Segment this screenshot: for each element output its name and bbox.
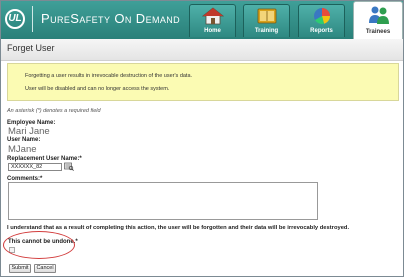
app-window: UL PureSafety On Demand Home Training Re…: [0, 0, 404, 277]
highlight-ellipse: [3, 231, 75, 259]
page-title: Forget User: [7, 43, 55, 53]
warning-box: Forgetting a user results in irrevocable…: [7, 63, 399, 101]
house-icon: [202, 7, 224, 25]
tab-reports[interactable]: Reports: [298, 4, 345, 37]
required-marker: *: [79, 156, 82, 162]
acknowledgement-text: I understand that as a result of complet…: [7, 225, 350, 231]
people-icon: [369, 6, 389, 24]
book-icon: [257, 8, 277, 24]
brand-name: PureSafety On Demand: [41, 11, 181, 26]
tab-reports-label: Reports: [310, 28, 333, 34]
cancel-button[interactable]: Cancel: [34, 264, 56, 273]
title-bar: Forget User: [1, 39, 403, 61]
tab-trainees[interactable]: Trainees: [353, 1, 403, 39]
warning-line-2: User will be disabled and can no longer …: [25, 86, 170, 92]
tab-trainees-label: Trainees: [365, 29, 391, 35]
tab-home[interactable]: Home: [189, 4, 236, 37]
tab-training[interactable]: Training: [243, 4, 290, 37]
logo-divider: [32, 6, 33, 32]
tab-home-label: Home: [204, 28, 221, 34]
user-lookup-icon[interactable]: [64, 162, 74, 171]
warning-line-1: Forgetting a user results in irrevocable…: [25, 73, 193, 79]
submit-button[interactable]: Submit: [9, 264, 31, 273]
required-marker: *: [75, 239, 78, 245]
ul-logo-text: UL: [8, 13, 22, 24]
user-name-value: MJane: [8, 144, 37, 155]
tab-training-label: Training: [254, 28, 279, 34]
pie-chart-icon: [314, 8, 330, 24]
ul-logo-icon: UL: [5, 9, 25, 29]
replacement-user-name-input[interactable]: [8, 163, 62, 171]
user-name-label: User Name:: [7, 137, 41, 143]
comments-textarea[interactable]: [8, 182, 318, 220]
required-field-note: An asterisk (*) denotes a required field: [7, 108, 101, 114]
employee-name-value: Mari Jane: [8, 126, 50, 137]
app-header: UL PureSafety On Demand Home Training Re…: [1, 1, 403, 39]
